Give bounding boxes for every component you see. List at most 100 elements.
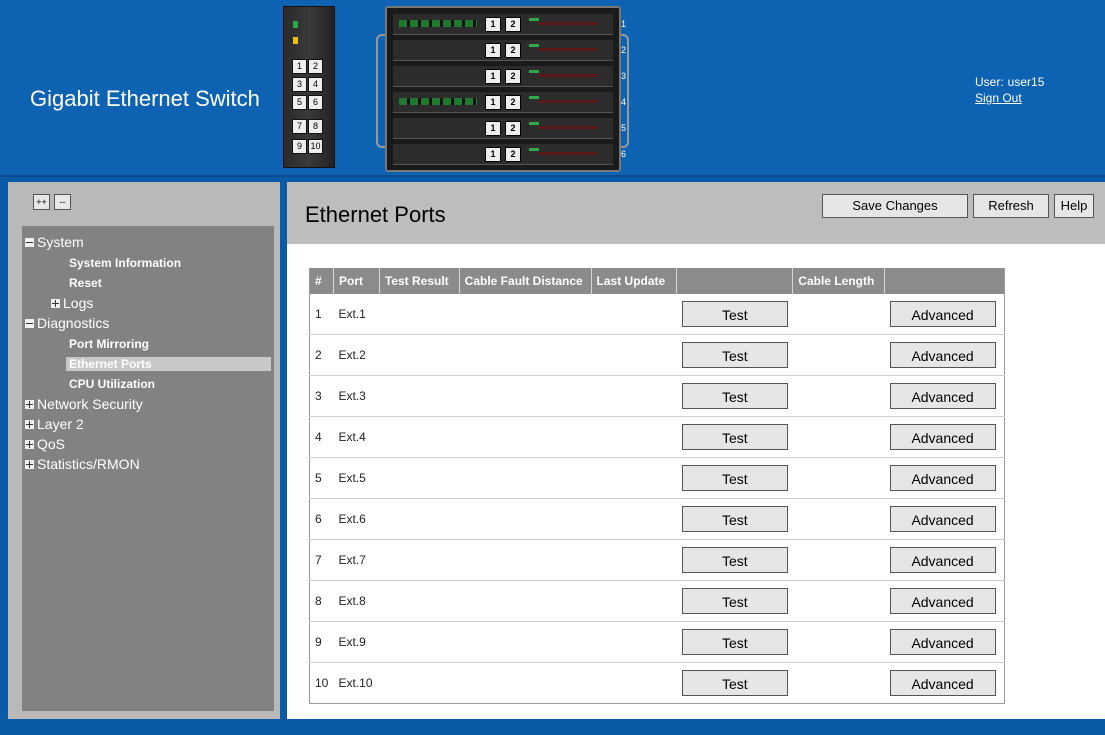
tree-item-diagnostics[interactable]: Diagnostics bbox=[25, 315, 109, 331]
last-update bbox=[591, 581, 677, 622]
cable-fault-distance bbox=[459, 581, 591, 622]
refresh-button[interactable]: Refresh bbox=[973, 194, 1049, 218]
tree-item-layer-2[interactable]: Layer 2 bbox=[25, 416, 84, 432]
test-button[interactable]: Test bbox=[681, 383, 788, 409]
test-button[interactable]: Test bbox=[681, 588, 788, 614]
port-number: 5 bbox=[315, 471, 322, 485]
advanced-cell: Advanced bbox=[885, 294, 1005, 335]
save-changes-button[interactable]: Save Changes bbox=[822, 194, 968, 218]
expand-all-button[interactable]: ++ bbox=[33, 194, 50, 210]
test-button[interactable]: Test bbox=[681, 629, 788, 655]
test-result bbox=[379, 335, 459, 376]
switch-port-icon: 4 bbox=[308, 77, 323, 92]
led-icon bbox=[538, 74, 598, 77]
chassis-image: 1 2 1 1 2 2 1 2 3 1 2 4 1 2 5 1 2 6 bbox=[385, 6, 626, 172]
tree-item-label: System bbox=[37, 234, 84, 250]
cable-fault-distance bbox=[459, 294, 591, 335]
tree-item-statistics-rmon[interactable]: Statistics/RMON bbox=[25, 456, 140, 472]
bay-port-icon: 2 bbox=[505, 121, 521, 136]
advanced-button[interactable]: Advanced bbox=[889, 383, 996, 409]
tree-item-label: Layer 2 bbox=[37, 416, 84, 432]
test-cell: Test bbox=[677, 622, 793, 663]
cable-length bbox=[793, 335, 885, 376]
advanced-button[interactable]: Advanced bbox=[889, 506, 996, 532]
port-number: 7 bbox=[315, 553, 322, 567]
tree-item-logs[interactable]: Logs bbox=[51, 295, 93, 311]
test-button[interactable]: Test bbox=[681, 301, 788, 327]
advanced-button[interactable]: Advanced bbox=[889, 424, 996, 450]
test-button[interactable]: Test bbox=[681, 547, 788, 573]
test-button[interactable]: Test bbox=[681, 670, 788, 696]
bay-port-icon: 2 bbox=[505, 147, 521, 162]
test-result bbox=[379, 499, 459, 540]
advanced-cell: Advanced bbox=[885, 417, 1005, 458]
cable-length bbox=[793, 499, 885, 540]
advanced-cell: Advanced bbox=[885, 335, 1005, 376]
tree-item-port-mirroring[interactable]: Port Mirroring bbox=[69, 337, 149, 351]
column-header: # bbox=[309, 268, 334, 294]
collapse-icon bbox=[25, 237, 34, 247]
test-button[interactable]: Test bbox=[681, 506, 788, 532]
advanced-cell: Advanced bbox=[885, 499, 1005, 540]
tree-item-reset[interactable]: Reset bbox=[69, 276, 102, 290]
led-icon bbox=[538, 100, 598, 103]
cable-length bbox=[793, 417, 885, 458]
advanced-cell: Advanced bbox=[885, 540, 1005, 581]
port-name: Ext.8 bbox=[338, 594, 366, 608]
chassis-bay: 1 2 1 bbox=[393, 14, 626, 35]
tree-item-system[interactable]: System bbox=[25, 234, 84, 250]
test-result bbox=[379, 417, 459, 458]
advanced-button[interactable]: Advanced bbox=[889, 629, 996, 655]
test-result bbox=[379, 622, 459, 663]
tree-item-system-information[interactable]: System Information bbox=[69, 256, 181, 270]
test-button[interactable]: Test bbox=[681, 465, 788, 491]
table-row: 6 Ext.6 Test Advanced bbox=[309, 499, 1005, 540]
advanced-button[interactable]: Advanced bbox=[889, 301, 996, 327]
advanced-button[interactable]: Advanced bbox=[889, 465, 996, 491]
switch-port-icon: 1 bbox=[292, 59, 307, 74]
table-row: 7 Ext.7 Test Advanced bbox=[309, 540, 1005, 581]
tree-item-ethernet-ports[interactable]: Ethernet Ports bbox=[66, 357, 271, 371]
tree-item-label: Statistics/RMON bbox=[37, 456, 140, 472]
bay-number: 6 bbox=[621, 149, 627, 159]
expand-icon bbox=[25, 459, 34, 469]
cable-length bbox=[793, 294, 885, 335]
led-icon bbox=[538, 152, 598, 155]
page-title: Ethernet Ports bbox=[305, 202, 446, 227]
port-number: 4 bbox=[315, 430, 322, 444]
cable-fault-distance bbox=[459, 622, 591, 663]
user-line: User: user15 bbox=[975, 75, 1044, 89]
tree-item-network-security[interactable]: Network Security bbox=[25, 396, 143, 412]
table-row: 10 Ext.10 Test Advanced bbox=[309, 663, 1005, 704]
test-result bbox=[379, 663, 459, 704]
table-row: 2 Ext.2 Test Advanced bbox=[309, 335, 1005, 376]
ethernet-ports-table: # Port Test Result Cable Fault Distance … bbox=[309, 268, 1005, 704]
switch-port-icon: 8 bbox=[308, 119, 323, 134]
port-number: 1 bbox=[315, 307, 322, 321]
led-icon bbox=[538, 126, 598, 129]
collapse-all-button[interactable]: -- bbox=[54, 194, 71, 210]
advanced-button[interactable]: Advanced bbox=[889, 670, 996, 696]
cable-length bbox=[793, 458, 885, 499]
bay-port-icon: 2 bbox=[505, 95, 521, 110]
switch-port-icon: 3 bbox=[292, 77, 307, 92]
advanced-cell: Advanced bbox=[885, 663, 1005, 704]
port-name: Ext.9 bbox=[338, 635, 366, 649]
tree-item-qos[interactable]: QoS bbox=[25, 436, 65, 452]
bay-port-icon: 1 bbox=[485, 147, 501, 162]
advanced-button[interactable]: Advanced bbox=[889, 547, 996, 573]
last-update bbox=[591, 458, 677, 499]
test-button[interactable]: Test bbox=[681, 342, 788, 368]
cable-length bbox=[793, 581, 885, 622]
test-cell: Test bbox=[677, 376, 793, 417]
sign-out-link[interactable]: Sign Out bbox=[975, 91, 1044, 105]
switch-port-icon: 6 bbox=[308, 95, 323, 110]
test-button[interactable]: Test bbox=[681, 424, 788, 450]
led-icon bbox=[529, 44, 539, 47]
help-button[interactable]: Help bbox=[1054, 194, 1094, 218]
tree-item-cpu-utilization[interactable]: CPU Utilization bbox=[69, 377, 155, 391]
advanced-button[interactable]: Advanced bbox=[889, 588, 996, 614]
advanced-button[interactable]: Advanced bbox=[889, 342, 996, 368]
expand-icon bbox=[51, 298, 60, 308]
column-header: Port bbox=[333, 268, 380, 294]
